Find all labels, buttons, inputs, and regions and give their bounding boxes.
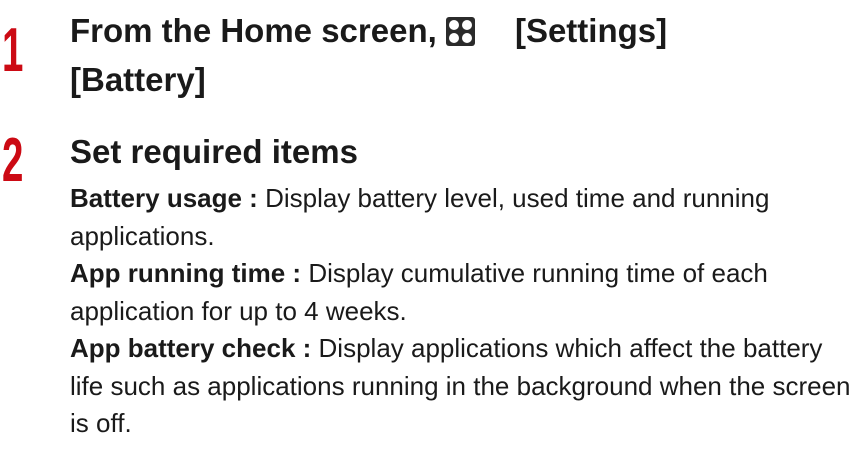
step-number: 1 [2,16,24,85]
item-term: App battery check : [70,333,312,363]
item-term: App running time : [70,258,302,288]
step-title: Set required items [70,133,358,170]
step-title-text: From the Home screen, [70,12,437,49]
list-item: App running time : Display cumulative ru… [70,255,860,330]
list-item: App battery check : Display applications… [70,330,860,443]
item-term: Battery usage : [70,183,258,213]
step-number: 2 [2,126,24,195]
list-item: Battery usage : Display battery level, u… [70,180,860,255]
battery-menu-label: [Battery] [70,61,206,98]
settings-menu-label: [Settings] [514,12,668,49]
apps-grid-icon [445,17,475,46]
settings-item-list: Battery usage : Display battery level, u… [70,180,860,443]
step-title: From the Home screen, [Settings] [Batter… [70,6,667,104]
